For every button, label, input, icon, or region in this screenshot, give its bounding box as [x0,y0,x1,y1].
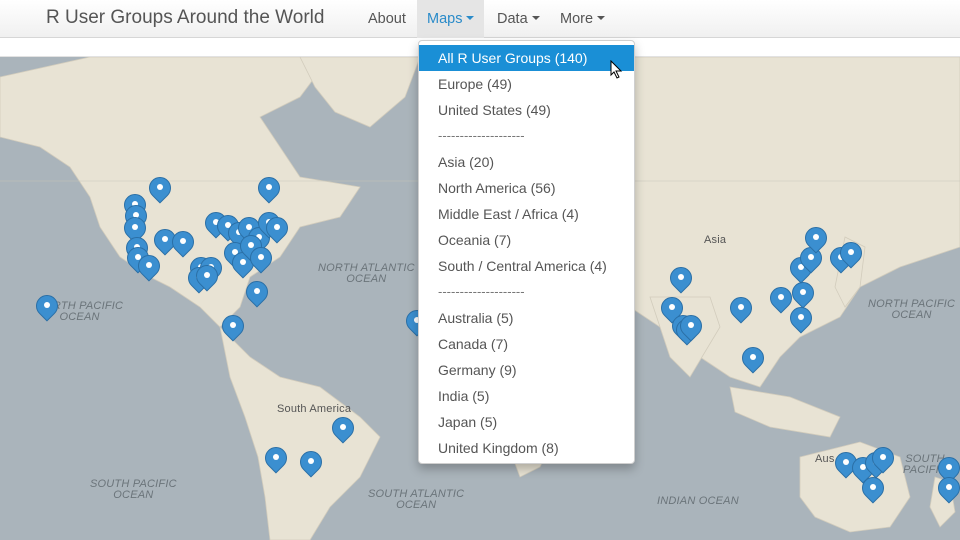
map-marker-icon[interactable] [725,292,757,329]
marker-dot-shape [843,459,849,465]
marker-dot-shape [204,272,210,278]
south-america-landmass [219,325,381,540]
indian-ocean-label: INDIAN OCEAN [657,495,739,507]
caret-down-icon [597,16,606,21]
marker-dot-shape [273,454,279,460]
menu-item[interactable]: United States (49) [419,97,634,123]
marker-dot-shape [254,288,260,294]
caret-down-icon [531,16,540,21]
menu-item[interactable]: Asia (20) [419,149,634,175]
marker-dot-shape [880,454,886,460]
marker-dot-shape [146,262,152,268]
greenland-landmass [299,57,421,128]
menu-item[interactable]: India (5) [419,383,634,409]
map-marker-icon[interactable] [675,310,707,347]
app-title[interactable]: R User Groups Around the World [46,7,324,29]
marker-dot-shape [688,322,694,328]
map-marker-icon[interactable] [245,242,277,279]
north-atlantic-label: NORTH ATLANTIC OCEAN [318,262,415,285]
menu-item[interactable]: Germany (9) [419,357,634,383]
menu-divider: -------------------- [438,284,525,299]
nav-about-label: About [368,11,406,27]
map-marker-icon[interactable] [857,472,889,509]
menu-item[interactable]: Oceania (7) [419,227,634,253]
map-marker-icon[interactable] [867,442,899,479]
map-marker-icon[interactable] [295,446,327,483]
map-marker-icon[interactable] [737,342,769,379]
map-marker-icon[interactable] [191,260,223,297]
marker-dot-shape [230,322,236,328]
marker-dot-shape [340,424,346,430]
menu-item[interactable]: Japan (5) [419,409,634,435]
marker-dot-shape [848,249,854,255]
australia-label: Aus [815,453,835,465]
map-marker-icon[interactable] [260,442,292,479]
menu-item[interactable]: All R User Groups (140) [419,45,634,71]
map-marker-icon[interactable] [327,412,359,449]
map-marker-icon[interactable] [253,172,285,209]
map-marker-icon[interactable] [800,222,832,259]
nav-about[interactable]: About [358,0,416,38]
menu-item[interactable]: South / Central America (4) [419,253,634,279]
se-asia-landmass [729,386,841,438]
south-america-label: South America [277,403,352,415]
menu-item[interactable]: Europe (49) [419,71,634,97]
map-marker-icon[interactable] [765,282,797,319]
marker-dot-shape [266,184,272,190]
north-pacific-east-label: NORTH PACIFIC OCEAN [868,298,956,321]
marker-dot-shape [258,254,264,260]
marker-dot-shape [162,236,168,242]
map-marker-icon[interactable] [261,212,293,249]
north-america-landmass [0,57,361,328]
map-marker-icon[interactable] [785,302,817,339]
marker-dot-shape [946,484,952,490]
map-marker-icon[interactable] [217,310,249,347]
marker-dot-shape [798,314,804,320]
south-pacific-label: SOUTH PACIFIC OCEAN [90,478,177,501]
menu-divider: -------------------- [438,128,525,143]
menu-item[interactable]: Australia (5) [419,305,634,331]
map-marker-icon[interactable] [665,262,697,299]
map-marker-icon[interactable] [241,276,273,313]
marker-dot-shape [946,464,952,470]
menu-item[interactable]: Middle East / Africa (4) [419,201,634,227]
mouse-cursor-icon [610,60,623,79]
marker-dot-shape [750,354,756,360]
menu-item[interactable]: Canada (7) [419,331,634,357]
nav-maps[interactable]: Maps [417,0,485,38]
navbar: R User Groups Around the World About Map… [0,0,960,38]
map-marker-icon[interactable] [31,290,63,327]
nav-more[interactable]: More [550,0,615,38]
menu-item[interactable]: United Kingdom (8) [419,435,634,461]
marker-dot-shape [738,304,744,310]
caret-down-icon [466,16,475,21]
south-atlantic-label: SOUTH ATLANTIC OCEAN [368,488,465,511]
marker-dot-shape [157,184,163,190]
map-marker-icon[interactable] [835,237,867,274]
marker-dot-shape [669,304,675,310]
asia-label: Asia [704,234,727,246]
menu-item[interactable]: North America (56) [419,175,634,201]
marker-dot-shape [870,484,876,490]
map-marker-icon[interactable] [144,172,176,209]
marker-dot-shape [813,234,819,240]
marker-dot-shape [778,294,784,300]
marker-dot-shape [180,238,186,244]
marker-dot-shape [132,224,138,230]
nav-data[interactable]: Data [487,0,550,38]
marker-dot-shape [308,458,314,464]
map-marker-icon[interactable] [933,472,960,509]
marker-dot-shape [800,289,806,295]
nav-more-label: More [560,11,594,27]
nav-maps-label: Maps [427,11,463,27]
nav-data-label: Data [497,11,528,27]
marker-dot-shape [678,274,684,280]
marker-dot-shape [44,302,50,308]
maps-dropdown-menu: All R User Groups (140) Europe (49) United… [418,40,635,464]
marker-dot-shape [274,224,280,230]
